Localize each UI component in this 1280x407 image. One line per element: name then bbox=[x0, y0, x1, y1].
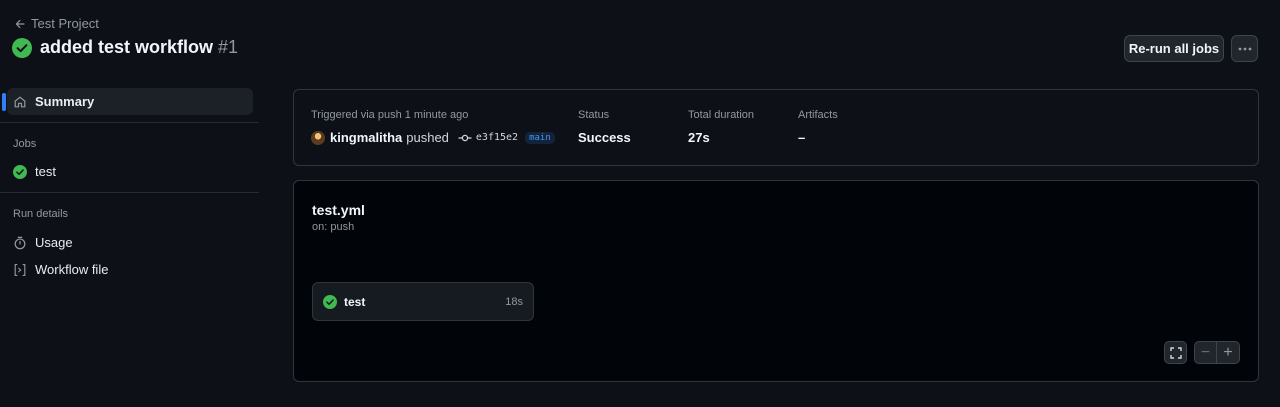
zoom-in-button[interactable]: + bbox=[1217, 341, 1240, 364]
run-title: added test workflow bbox=[40, 37, 214, 57]
job-node-test[interactable]: test 18s bbox=[312, 282, 534, 321]
workflow-file-icon bbox=[13, 263, 27, 277]
duration-value: 27s bbox=[688, 130, 710, 145]
status-value: Success bbox=[578, 130, 631, 145]
success-icon bbox=[13, 164, 27, 179]
home-icon bbox=[13, 95, 27, 109]
job-name: test bbox=[344, 294, 366, 309]
zoom-out-button[interactable]: − bbox=[1194, 341, 1217, 364]
success-icon bbox=[12, 37, 32, 58]
run-details-heading: Run details bbox=[13, 208, 69, 220]
job-duration: 18s bbox=[505, 295, 523, 308]
run-number: #1 bbox=[218, 37, 239, 57]
artifacts-label: Artifacts bbox=[798, 109, 838, 121]
fullscreen-button[interactable] bbox=[1164, 341, 1187, 364]
branch-label[interactable]: main bbox=[525, 131, 555, 144]
active-indicator bbox=[2, 93, 6, 111]
arrow-left-icon bbox=[14, 18, 26, 30]
push-info: kingmalitha pushed e3f15e2 main bbox=[311, 130, 555, 145]
sidebar-item-job-test[interactable]: test bbox=[7, 158, 253, 185]
rerun-all-jobs-button[interactable]: Re-run all jobs bbox=[1124, 35, 1224, 62]
git-commit-icon bbox=[458, 133, 472, 143]
sidebar: Summary Jobs test Run details Usage Work… bbox=[0, 88, 259, 283]
divider bbox=[0, 192, 259, 193]
back-link[interactable]: Test Project bbox=[14, 16, 99, 31]
push-action: pushed bbox=[406, 130, 449, 145]
sidebar-item-usage[interactable]: Usage bbox=[7, 229, 253, 256]
workflow-trigger: on: push bbox=[312, 221, 355, 233]
sidebar-item-label: Workflow file bbox=[35, 262, 109, 277]
back-link-label: Test Project bbox=[31, 16, 99, 31]
success-icon bbox=[323, 294, 337, 309]
sidebar-item-label: test bbox=[35, 164, 56, 179]
artifacts-value: – bbox=[798, 130, 806, 145]
workflow-graph: test.yml on: push test 18s − + bbox=[293, 180, 1259, 382]
jobs-heading: Jobs bbox=[13, 138, 37, 150]
divider bbox=[0, 122, 259, 123]
sidebar-item-workflow-file[interactable]: Workflow file bbox=[7, 256, 253, 283]
run-summary-card: Triggered via push 1 minute ago kingmali… bbox=[293, 89, 1259, 166]
sidebar-item-label: Usage bbox=[35, 235, 73, 250]
avatar bbox=[311, 130, 325, 145]
sidebar-item-label: Summary bbox=[35, 94, 95, 109]
sidebar-item-summary[interactable]: Summary bbox=[2, 88, 253, 115]
duration-label: Total duration bbox=[688, 109, 755, 121]
stopwatch-icon bbox=[13, 236, 27, 250]
status-label: Status bbox=[578, 109, 610, 121]
more-options-button[interactable] bbox=[1231, 35, 1258, 62]
trigger-label: Triggered via push 1 minute ago bbox=[311, 109, 469, 121]
kebab-horizontal-icon bbox=[1238, 47, 1252, 51]
screen-full-icon bbox=[1169, 346, 1182, 359]
page-title: added test workflow #1 bbox=[12, 37, 238, 58]
workflow-file-name[interactable]: test.yml bbox=[312, 202, 365, 218]
commit-sha-link[interactable]: e3f15e2 bbox=[476, 132, 518, 143]
user-link[interactable]: kingmalitha bbox=[330, 130, 402, 145]
